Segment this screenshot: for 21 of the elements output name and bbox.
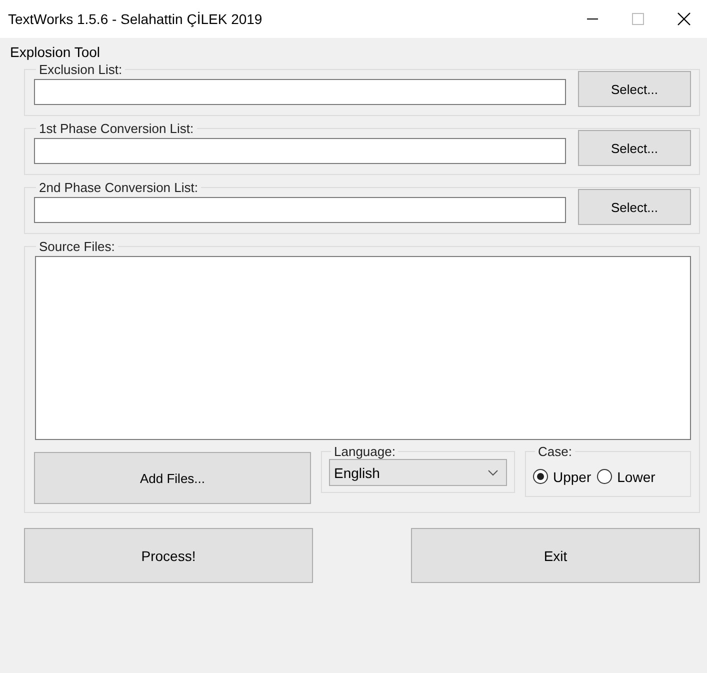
chevron-down-icon <box>488 470 498 476</box>
case-radio[interactable]: Upper <box>533 468 592 484</box>
group-label: 1st Phase Conversion List: <box>38 121 195 136</box>
action-button[interactable]: Process! <box>24 528 313 583</box>
group-label: Source Files: <box>38 239 116 254</box>
select-button[interactable]: Select... <box>578 130 691 166</box>
select-button[interactable]: Select... <box>578 71 691 107</box>
case-radio[interactable]: Lower <box>597 468 656 484</box>
file-path-field[interactable] <box>34 197 566 223</box>
action-button[interactable]: Exit <box>411 528 700 583</box>
form-heading: Explosion Tool <box>10 44 100 60</box>
add-files-button[interactable]: Add Files... <box>34 452 311 504</box>
group-label: 2nd Phase Conversion List: <box>38 180 199 195</box>
group-label: Case: <box>537 444 573 459</box>
window-title: TextWorks 1.5.6 - Selahattin ÇİLEK 2019 <box>8 11 264 27</box>
language-dropdown[interactable]: English <box>329 459 507 486</box>
file-path-field[interactable] <box>34 138 566 164</box>
group-label: Language: <box>333 444 396 459</box>
file-path-field[interactable] <box>34 79 566 105</box>
group-label: Exclusion List: <box>38 62 124 77</box>
select-button[interactable]: Select... <box>578 189 691 225</box>
